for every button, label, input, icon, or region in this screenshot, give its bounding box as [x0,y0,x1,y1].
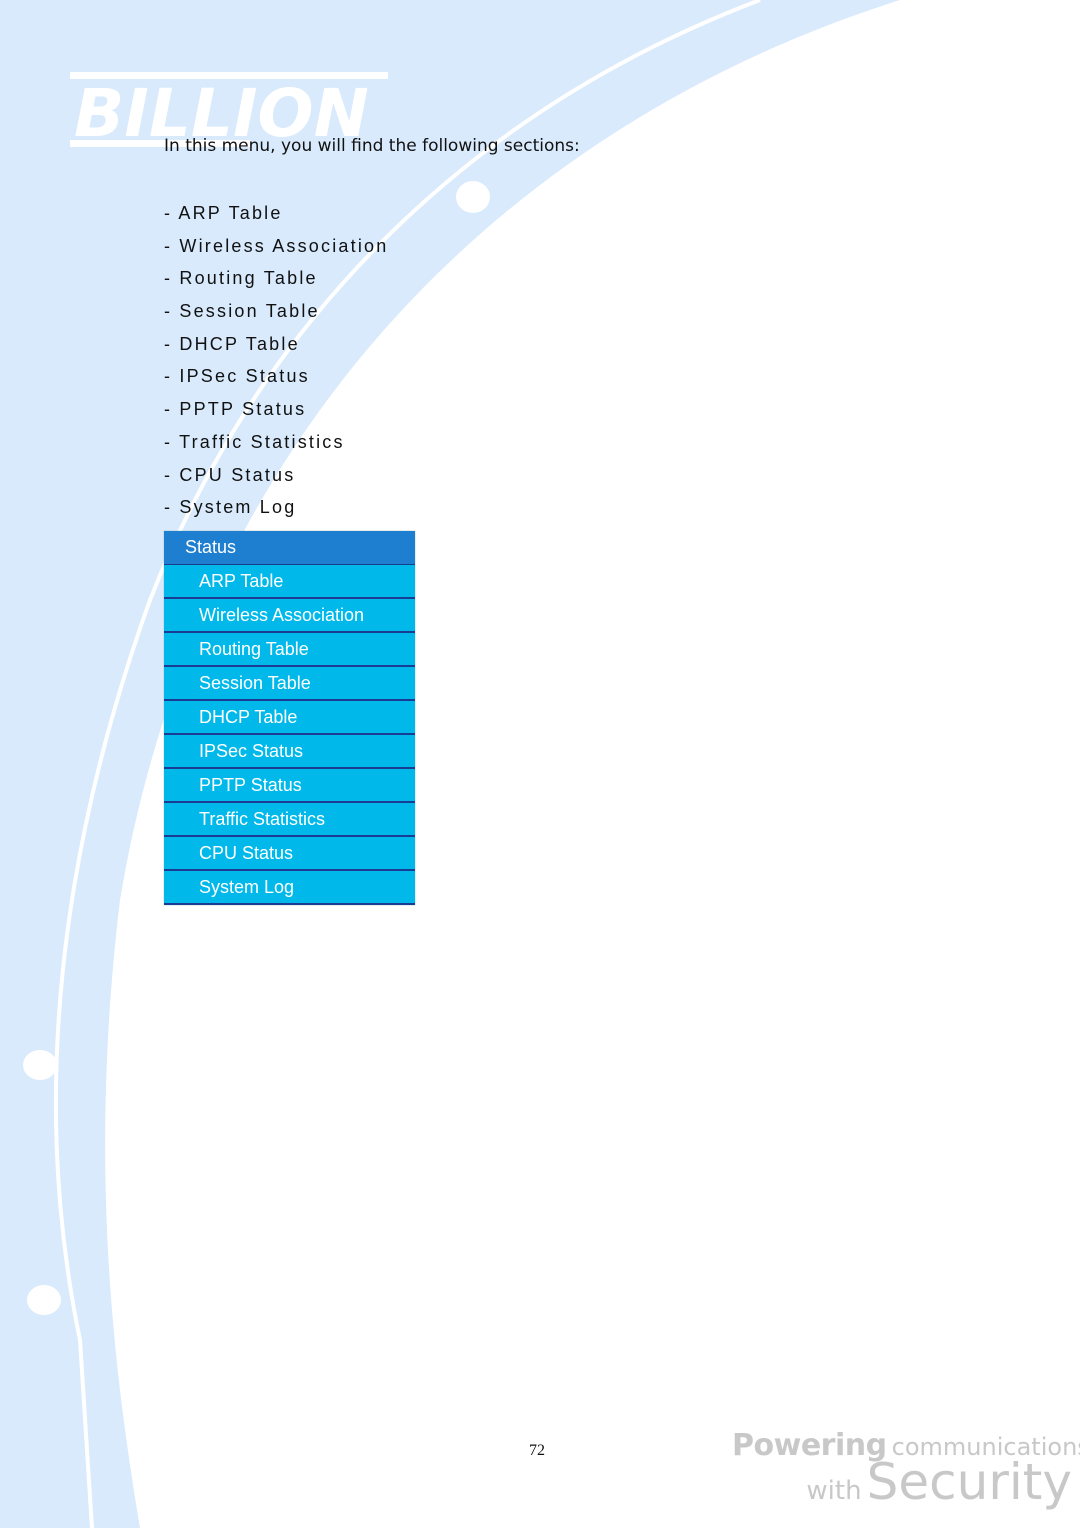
menu-item-session-table[interactable]: Session Table [164,667,415,701]
section-item: - IPSec Status [164,366,310,387]
section-item: - PPTP Status [164,399,307,420]
tagline-security: Security [866,1453,1072,1511]
menu-item-traffic-statistics[interactable]: Traffic Statistics [164,803,415,837]
menu-item-system-log[interactable]: System Log [164,871,415,905]
menu-item-pptp-status[interactable]: PPTP Status [164,769,415,803]
section-item: - ARP Table [164,203,283,223]
menu-item-dhcp-table[interactable]: DHCP Table [164,701,415,735]
section-item: - Traffic Statistics [164,431,345,452]
menu-item-routing-table[interactable]: Routing Table [164,633,415,667]
menu-item-wireless-association[interactable]: Wireless Association [164,599,415,633]
section-item: - Routing Table [164,268,318,289]
menu-header-status[interactable]: Status [164,531,415,565]
menu-item-cpu-status[interactable]: CPU Status [164,837,415,871]
status-menu: Status ARP Table Wireless Association Ro… [164,531,415,905]
tagline-with: with [806,1476,862,1506]
page-number: 72 [529,1442,545,1459]
background-arc-decoration [0,0,900,1528]
sections-list: - ARP Table - Wireless Association - Rou… [164,200,388,527]
intro-text: In this menu, you will find the followin… [164,136,580,156]
menu-item-ipsec-status[interactable]: IPSec Status [164,735,415,769]
section-item: - Wireless Association [164,235,389,256]
section-item: - CPU Status [164,464,296,485]
menu-item-arp-table[interactable]: ARP Table [164,565,415,599]
brand-tagline: Powering communications with Security [732,1428,1080,1511]
section-item: - System Log [164,497,297,518]
section-item: - DHCP Table [164,333,300,354]
section-item: - Session Table [164,301,320,322]
